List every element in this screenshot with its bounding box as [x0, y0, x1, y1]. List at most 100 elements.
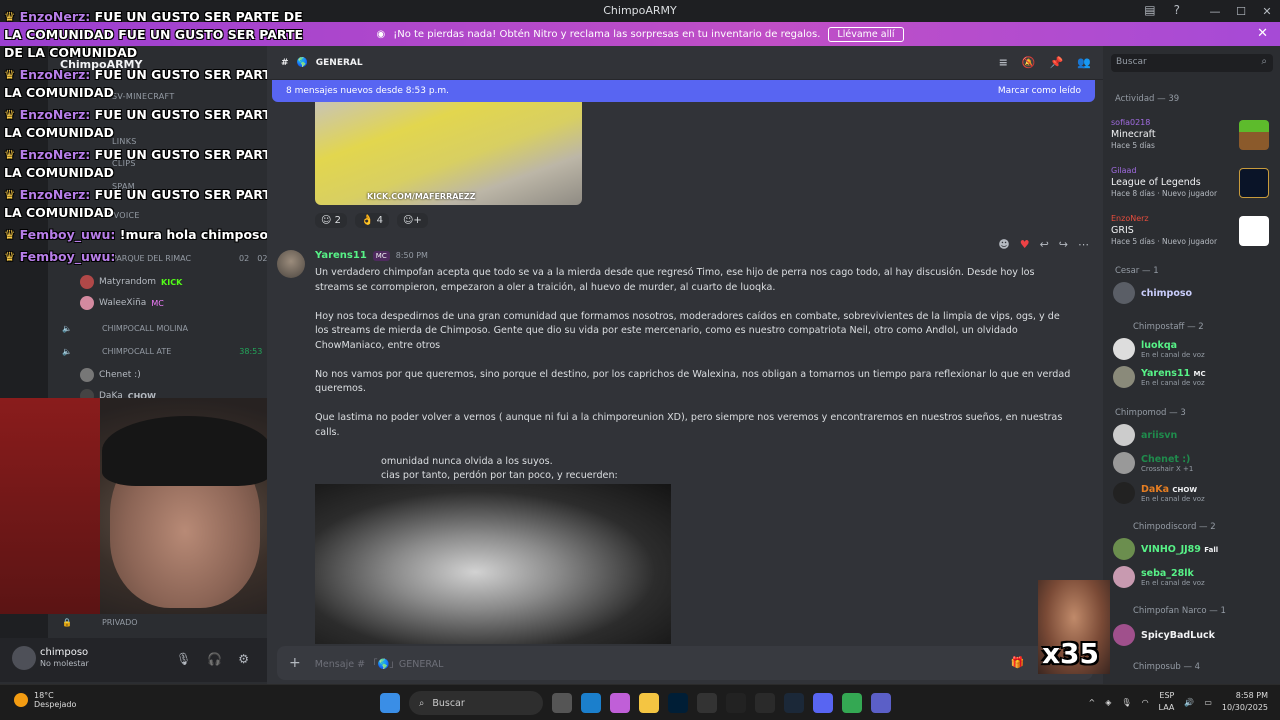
epic-games-icon[interactable]: [755, 693, 775, 713]
member-item[interactable]: Chenet :) Crosshair X +1: [1113, 452, 1193, 474]
teams-icon[interactable]: [871, 693, 891, 713]
mark-read-button[interactable]: Marcar como leído: [998, 86, 1081, 96]
voice-user[interactable]: WaleeXiña MC: [80, 296, 164, 310]
folder-icon[interactable]: [639, 693, 659, 713]
voice-user-name: Chenet :): [99, 370, 141, 380]
member-item[interactable]: DaKa CHOW En el canal de voz: [1113, 482, 1205, 504]
minecraft-icon: [1239, 120, 1269, 150]
more-icon[interactable]: ⋯: [1078, 238, 1089, 251]
discord-icon[interactable]: [813, 693, 833, 713]
new-messages-text: 8 mensajes nuevos desde 8:53 p.m.: [286, 86, 450, 96]
avatar: [1113, 624, 1135, 646]
chrome-icon[interactable]: [842, 693, 862, 713]
obs-icon[interactable]: [726, 693, 746, 713]
banner-cta-button[interactable]: Llévame allí: [828, 26, 904, 42]
battery-icon[interactable]: ▭: [1204, 698, 1212, 707]
hash-icon: #: [281, 57, 289, 68]
heart-icon[interactable]: ♥: [1020, 238, 1030, 251]
threads-icon[interactable]: ≡: [999, 56, 1008, 69]
search-icon: ⌕: [1261, 56, 1267, 67]
clock[interactable]: 8:58 PM 10/30/2025: [1222, 690, 1268, 714]
league-icon: [1239, 168, 1269, 198]
gift-icon[interactable]: 🎁: [1011, 656, 1025, 669]
voice-user[interactable]: Chenet :): [80, 368, 141, 382]
weather-widget[interactable]: 18°C Despejado: [14, 691, 76, 709]
voice-channel-label: CHIMPOCALL MOLINA: [101, 324, 188, 333]
reaction-button[interactable]: ☺ 2: [315, 213, 347, 228]
pin-icon[interactable]: 📌: [1050, 56, 1064, 69]
headphones-icon[interactable]: 🎧: [207, 652, 222, 666]
badge: KICK: [161, 277, 183, 287]
avatar[interactable]: [277, 250, 305, 278]
member-group-header: Chimposub — 4: [1133, 662, 1201, 672]
user-status: No molestar: [40, 659, 89, 668]
members-icon[interactable]: 👥: [1077, 56, 1091, 69]
microphone-icon[interactable]: 🎙: [1121, 698, 1131, 707]
forward-icon[interactable]: ↪: [1059, 238, 1068, 251]
close-banner-icon[interactable]: ✕: [1257, 26, 1268, 41]
windows-start-icon[interactable]: [380, 693, 400, 713]
member-item[interactable]: ariisvn: [1113, 424, 1177, 446]
activity-card[interactable]: Gilaad League of Legends Hace 8 días · N…: [1111, 166, 1273, 212]
voice-user-name: Matyrandom: [99, 277, 157, 287]
image-attachment[interactable]: KICK.COM/MAFERRAEZZ: [315, 102, 582, 205]
help-icon[interactable]: ?: [1174, 3, 1180, 17]
task-view-icon[interactable]: [552, 693, 572, 713]
channel-title: GENERAL: [315, 57, 363, 68]
member-item[interactable]: chimposo: [1113, 282, 1192, 304]
image-attachment[interactable]: [315, 484, 671, 644]
voice-channel-ate[interactable]: 🔈 CHIMPOCALL ATE 38:53: [62, 347, 262, 356]
inbox-icon[interactable]: ▤: [1144, 3, 1155, 17]
voice-user[interactable]: Matyrandom KICK: [80, 275, 182, 289]
activity-header: Actividad — 39: [1115, 94, 1180, 104]
message-composer[interactable]: + Mensaje # 「🌎」GENERAL 🎁 GIF ▣: [277, 646, 1093, 680]
avatar: [80, 275, 94, 289]
reactions: ☺ 2 👌 4 ☺+: [315, 213, 428, 228]
member-item[interactable]: seba_28lk En el canal de voz: [1113, 566, 1205, 588]
minimize-button[interactable]: —: [1202, 0, 1228, 22]
microphone-icon[interactable]: 🎙: [176, 652, 191, 666]
activity-card[interactable]: sofia0218 Minecraft Hace 5 días: [1111, 118, 1273, 164]
member-item[interactable]: Yarens11 MC En el canal de voz: [1113, 366, 1206, 388]
member-item[interactable]: luokqa En el canal de voz: [1113, 338, 1205, 360]
volume-icon[interactable]: 🔊: [1184, 698, 1194, 707]
plus-icon[interactable]: +: [289, 655, 301, 671]
avatar: [80, 296, 94, 310]
gear-icon[interactable]: ⚙: [238, 652, 249, 666]
system-tray: ^ ◈ 🎙 ◠ ESP LAA 🔊 ▭ 8:58 PM 10/30/2025: [1089, 690, 1268, 714]
new-messages-bar[interactable]: 8 mensajes nuevos desde 8:53 p.m. Marcar…: [272, 80, 1095, 102]
chevron-up-icon[interactable]: ^: [1089, 698, 1096, 707]
member-list: Buscar ⌕ Actividad — 39 sofia0218 Minecr…: [1103, 46, 1280, 684]
member-item[interactable]: VINHO_JJ89 Fall: [1113, 538, 1218, 560]
edge-icon[interactable]: [581, 693, 601, 713]
close-window-button[interactable]: ✕: [1254, 0, 1280, 22]
member-item[interactable]: SpicyBadLuck: [1113, 624, 1215, 646]
language-indicator[interactable]: ESP LAA: [1159, 690, 1175, 714]
music-icon[interactable]: [697, 693, 717, 713]
avatar: [1113, 282, 1135, 304]
search-input[interactable]: Buscar ⌕: [1111, 54, 1273, 72]
stream-sticker: x35: [1038, 580, 1110, 674]
activity-card[interactable]: EnzoNerz GRIS Hace 5 días · Nuevo jugado…: [1111, 214, 1273, 260]
banner-text: ¡No te pierdas nada! Obtén Nitro y recla…: [393, 28, 821, 40]
mute-icon[interactable]: 🔕: [1022, 56, 1036, 69]
wifi-icon[interactable]: ◠: [1142, 698, 1149, 707]
reply-icon[interactable]: ↩: [1040, 238, 1049, 251]
photoshop-icon[interactable]: [668, 693, 688, 713]
reaction-button[interactable]: 👌 4: [354, 213, 389, 228]
gris-icon: [1239, 216, 1269, 246]
call-timer: 38:53: [239, 347, 263, 356]
avatar: [1113, 424, 1135, 446]
avatar[interactable]: [12, 646, 36, 670]
maximize-button[interactable]: ☐: [1228, 0, 1254, 22]
voice-channel-molina[interactable]: 🔈 CHIMPOCALL MOLINA: [62, 324, 188, 333]
add-reaction-button[interactable]: ☺+: [397, 213, 428, 228]
copilot-icon[interactable]: [610, 693, 630, 713]
chat-area: # 🌎 GENERAL ≡ 🔕 📌 👥 8 mensajes nuevos de…: [267, 46, 1103, 684]
message-author[interactable]: Yarens11: [315, 250, 367, 261]
taskbar-search[interactable]: ⌕ Buscar: [409, 691, 543, 715]
network-icon[interactable]: ◈: [1105, 698, 1111, 707]
react-icon[interactable]: ☻: [998, 238, 1009, 251]
steam-icon[interactable]: [784, 693, 804, 713]
voice-channel-privado[interactable]: 🔒 PRIVADO: [62, 618, 138, 627]
